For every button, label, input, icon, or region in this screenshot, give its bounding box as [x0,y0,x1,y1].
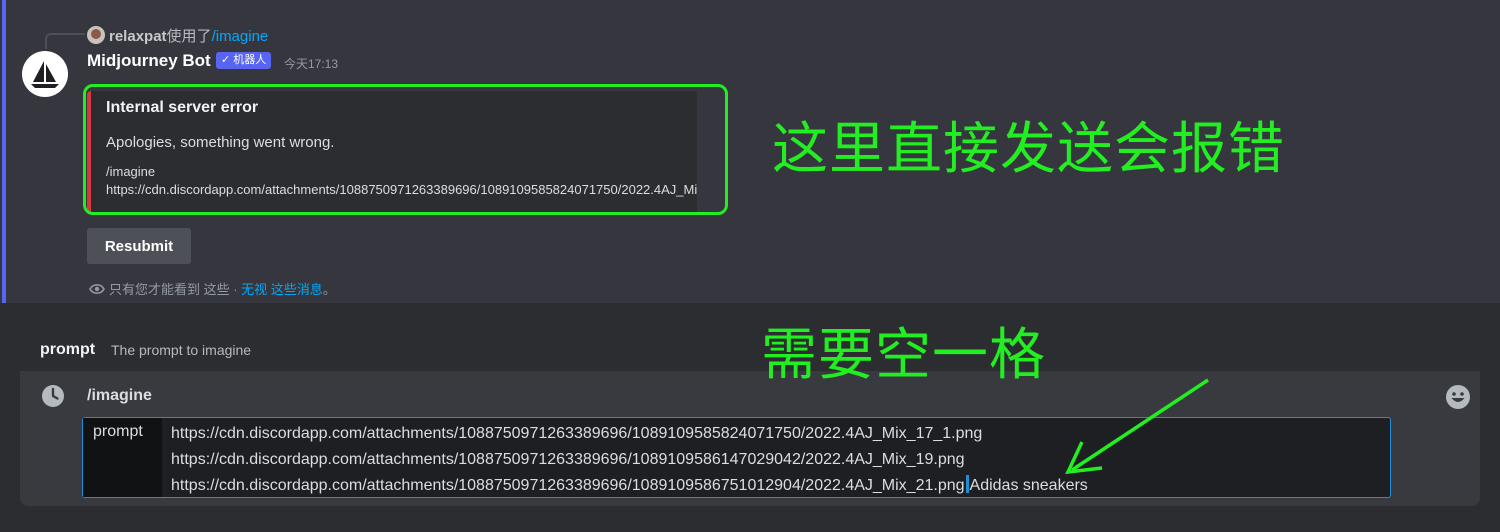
message-author[interactable]: Midjourney Bot [87,51,211,71]
prompt-input[interactable]: prompt https://cdn.discordapp.com/attach… [82,417,1391,498]
ephemeral-suffix: 。 [322,282,336,297]
eye-icon [89,284,105,294]
bot-avatar[interactable] [22,51,68,97]
annotation-highlight-box [83,84,728,215]
prompt-line-3-url: https://cdn.discordapp.com/attachments/1… [171,477,965,494]
mention-highlight-bar [2,0,6,303]
prompt-tail-text: Adidas sneakers [969,477,1088,494]
prompt-line-3: https://cdn.discordapp.com/attachments/1… [171,473,1088,499]
dismiss-link[interactable]: 无视 [241,282,267,297]
prompt-option-label: prompt [83,418,162,497]
reply-command-link[interactable]: /imagine [212,28,269,45]
bot-badge: ✓ 机器人 [216,52,272,69]
prompt-value[interactable]: https://cdn.discordapp.com/attachments/1… [171,421,1088,499]
message-timestamp[interactable]: 今天17:13 [284,55,338,72]
option-description: The prompt to imagine [111,342,252,358]
annotation-error-note: 这里直接发送会报错 [772,117,1285,180]
reply-username[interactable]: relaxpat [109,28,167,45]
ephemeral-notice: 只有您才能看到 这些 · 无视 这些消息。 [89,279,336,298]
option-name: prompt [40,341,96,358]
annotation-space-note: 需要空一格 [761,323,1046,386]
prompt-line-2: https://cdn.discordapp.com/attachments/1… [171,451,965,468]
emoji-picker-icon[interactable] [1445,384,1471,410]
ephemeral-text: 只有您才能看到 这些 · [109,282,242,297]
resubmit-button[interactable]: Resubmit [87,228,191,264]
reply-context: relaxpat使用了/imagine [109,25,268,46]
sailboat-icon [31,61,59,88]
prompt-line-1: https://cdn.discordapp.com/attachments/1… [171,425,983,442]
command-name: /imagine [87,387,152,404]
text-caret [965,475,969,493]
slash-command-composer: prompt The prompt to imagine /imagine pr… [20,328,1480,506]
reply-user-avatar[interactable] [87,26,105,44]
dismiss-messages-link[interactable]: 这些消息 [271,282,323,297]
message-area: relaxpat使用了/imagine Midjourney Bot ✓ 机器人… [0,0,1500,303]
reply-connector [45,33,85,49]
reply-used-text: 使用了 [166,28,212,45]
option-header: prompt The prompt to imagine [20,328,1480,371]
clock-icon[interactable] [41,384,65,408]
